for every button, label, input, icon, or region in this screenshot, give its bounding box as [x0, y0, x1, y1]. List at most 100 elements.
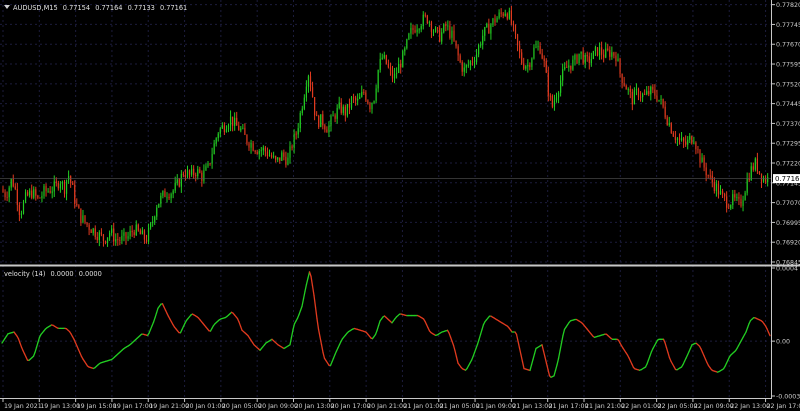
candle-body — [410, 27, 412, 34]
candle-body — [172, 190, 174, 195]
candle-body — [537, 46, 539, 47]
candle-body — [270, 155, 273, 158]
candle-body — [207, 163, 209, 167]
time-tick-label: 21 Jan 01:00 — [403, 403, 443, 410]
candle-body — [330, 116, 332, 126]
candle-body — [205, 166, 207, 171]
candle-body — [215, 138, 217, 144]
candle-body — [726, 196, 728, 208]
candle-body — [752, 166, 754, 170]
candle-body — [598, 47, 601, 56]
time-tick-label: 19 Jan 17:00 — [113, 403, 153, 410]
candle-body — [6, 197, 8, 198]
candle-body — [402, 51, 404, 68]
candle-body — [514, 25, 517, 35]
candle-body — [555, 97, 558, 101]
candle-body — [625, 85, 627, 90]
candle-body — [238, 125, 240, 131]
candle-body — [266, 151, 269, 157]
candle-body — [465, 65, 467, 68]
candle-body — [361, 91, 363, 97]
candle-body — [254, 150, 256, 152]
candle-body — [51, 191, 53, 193]
candle-body — [695, 142, 697, 150]
candle-body — [209, 163, 211, 165]
symbol-name: AUDUSD,M15 — [13, 4, 58, 12]
candle-body — [152, 221, 154, 224]
candle-body — [512, 23, 515, 26]
candle-body — [39, 197, 41, 199]
candle-body — [683, 138, 685, 142]
candle-body — [365, 92, 367, 101]
candle-body — [367, 100, 369, 104]
candle-body — [547, 72, 549, 96]
time-tick-label: 20 Jan 17:00 — [331, 403, 371, 410]
candle-body — [621, 73, 623, 84]
candle-body — [283, 152, 285, 157]
candle-body — [717, 183, 720, 195]
candle-body — [648, 91, 650, 95]
trading-chart[interactable]: 0.77820 0.77745 0.77670 0.77595 0.77520 0.774… — [0, 0, 800, 411]
candle-body — [428, 22, 430, 24]
candle-body — [406, 39, 408, 49]
candle-body — [193, 168, 195, 176]
candle-body — [121, 235, 123, 241]
candle-body — [150, 223, 152, 228]
candle-body — [289, 146, 291, 158]
candle-body — [404, 48, 406, 52]
candle-body — [338, 102, 340, 108]
candle-body — [223, 125, 225, 133]
candle-body — [445, 24, 447, 26]
candle-body — [637, 89, 640, 97]
candle-body — [475, 54, 478, 62]
candle-body — [480, 44, 482, 46]
candle-body — [311, 87, 314, 98]
candle-body — [607, 48, 609, 50]
candle-body — [166, 196, 168, 198]
candle-body — [260, 150, 262, 152]
candle-body — [22, 201, 25, 214]
candle-body — [14, 186, 16, 189]
candle-body — [264, 147, 266, 152]
candle-body — [41, 195, 43, 199]
candle-body — [12, 178, 14, 187]
candle-body — [508, 10, 510, 19]
candle-body — [703, 157, 705, 168]
candle-body — [601, 47, 603, 55]
candle-body — [492, 18, 494, 25]
candle-body — [129, 230, 131, 237]
candle-body — [437, 27, 439, 29]
candle-body — [106, 237, 109, 244]
candle-body — [186, 170, 189, 177]
candle-body — [291, 146, 293, 148]
candle-body — [78, 205, 80, 209]
chart-background — [0, 0, 800, 411]
candle-body — [18, 205, 20, 215]
high-value: 0.77164 — [95, 4, 122, 12]
candle-body — [576, 55, 578, 64]
candle-body — [178, 179, 180, 187]
candle-body — [430, 22, 433, 32]
candle-body — [170, 194, 172, 199]
candle-body — [676, 138, 679, 140]
candle-body — [137, 224, 139, 231]
candle-body — [279, 157, 281, 161]
indicator-value-2: 0.0000 — [79, 270, 102, 278]
candle-body — [37, 195, 39, 198]
candle-body — [646, 91, 648, 95]
time-tick-label: 20 Jan 01:00 — [186, 403, 226, 410]
candle-body — [506, 13, 508, 19]
candle-body — [355, 97, 357, 101]
indicator-header: velocity (14) 0.0000 0.0000 — [4, 270, 102, 278]
candle-body — [670, 123, 672, 134]
candle-body — [496, 17, 498, 23]
candle-body — [8, 187, 10, 198]
price-tick-label: 0.76920 — [776, 240, 800, 247]
candle-body — [617, 58, 619, 62]
candle-body — [10, 178, 12, 188]
candle-body — [715, 183, 717, 191]
candle-body — [236, 117, 238, 126]
candle-body — [633, 90, 635, 105]
candle-body — [553, 100, 556, 107]
candle-body — [277, 157, 279, 160]
